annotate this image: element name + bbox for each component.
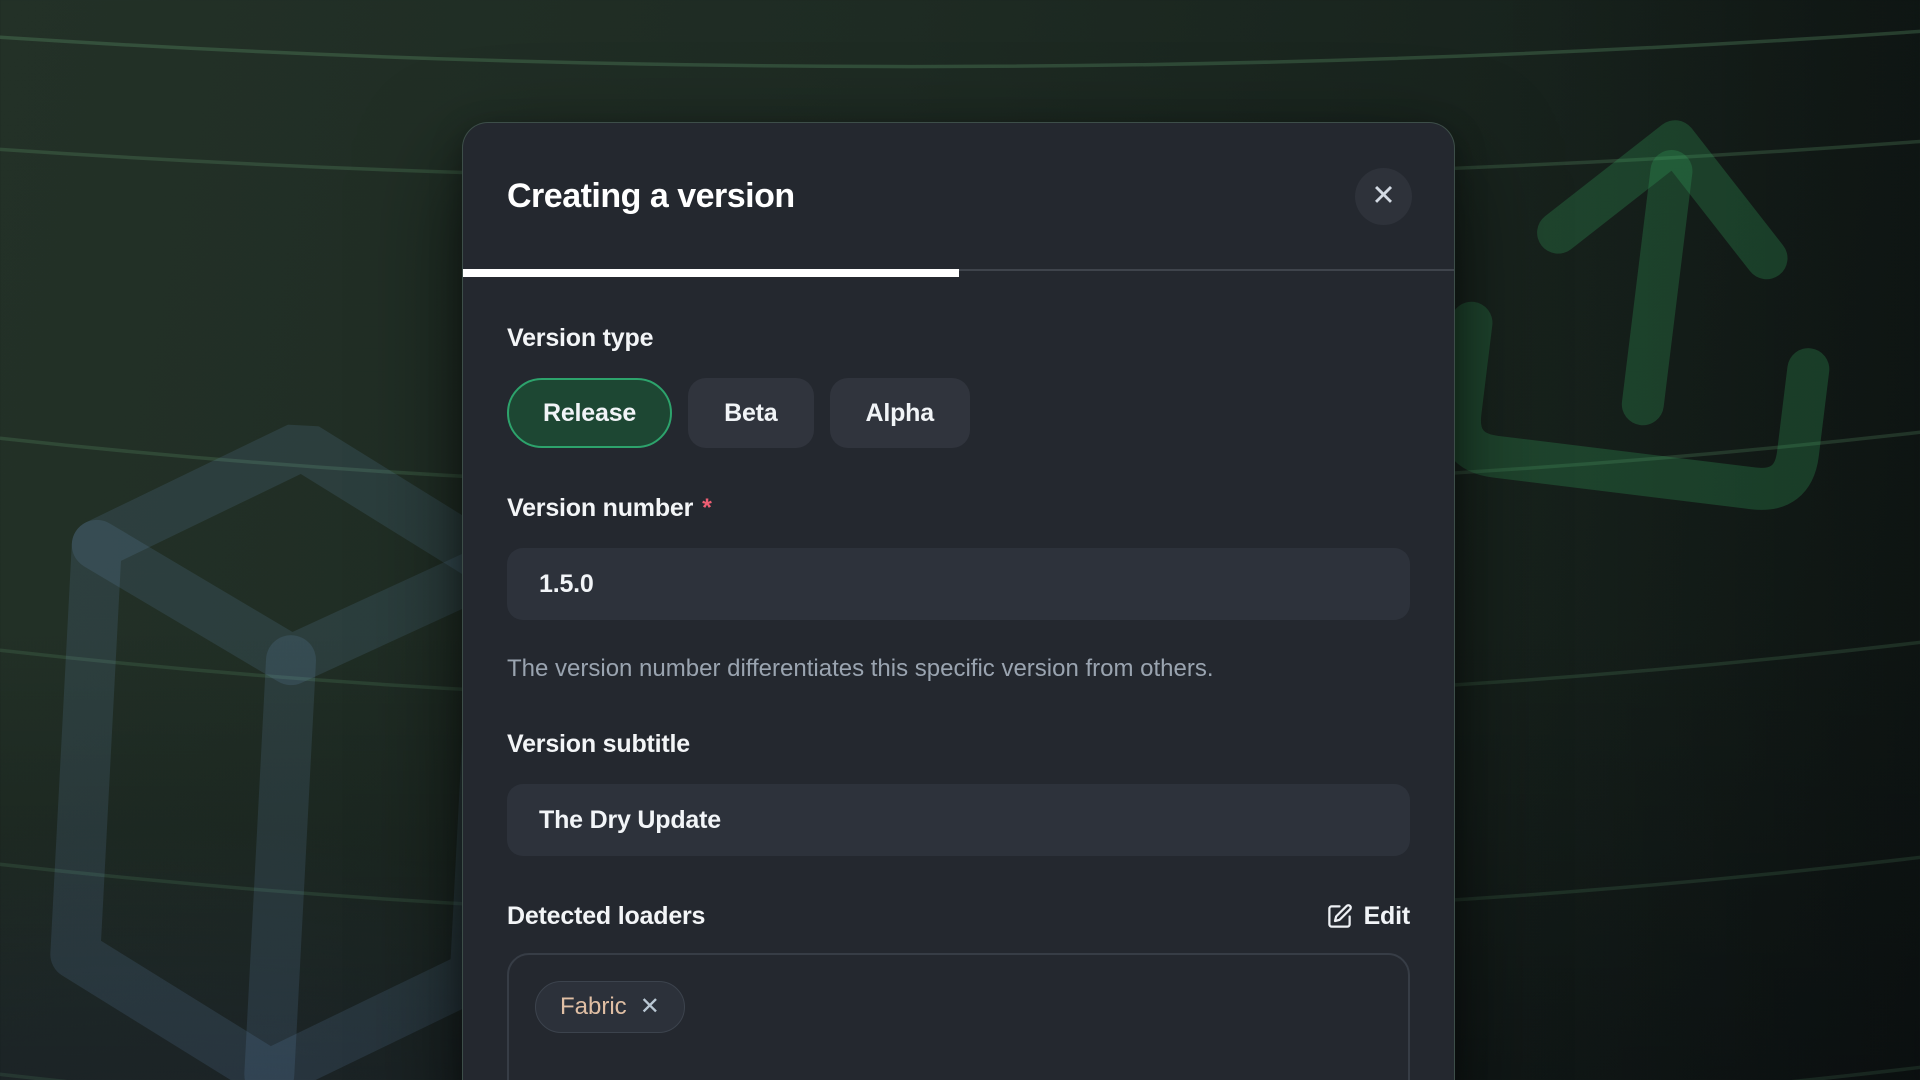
required-asterisk: * (702, 493, 712, 523)
modal-body: Version type Release Beta Alpha Version … (463, 277, 1454, 1080)
version-number-help: The version number differentiates this s… (507, 646, 1227, 691)
progress-bar-fill (463, 269, 959, 277)
loader-chip-fabric: Fabric ✕ (535, 981, 685, 1033)
detected-loaders-box: Fabric ✕ (507, 953, 1410, 1080)
version-type-release-button[interactable]: Release (507, 378, 672, 448)
remove-loader-button[interactable]: ✕ (640, 995, 660, 1019)
version-subtitle-input[interactable] (507, 784, 1410, 856)
remove-icon: ✕ (640, 995, 660, 1019)
modal-title: Creating a version (507, 177, 795, 216)
version-type-label: Version type (507, 323, 1410, 353)
close-button[interactable]: ✕ (1355, 168, 1412, 225)
edit-button-label: Edit (1364, 902, 1410, 931)
version-number-input[interactable] (507, 548, 1410, 620)
close-icon: ✕ (1371, 182, 1395, 211)
version-subtitle-label: Version subtitle (507, 729, 1410, 759)
loader-chip-label: Fabric (560, 993, 627, 1021)
version-type-options: Release Beta Alpha (507, 378, 1410, 448)
version-type-alpha-button[interactable]: Alpha (830, 378, 970, 448)
edit-loaders-button[interactable]: Edit (1326, 902, 1410, 931)
version-type-beta-button[interactable]: Beta (688, 378, 813, 448)
modal-header: Creating a version ✕ (463, 123, 1454, 269)
package-cube-icon (37, 413, 533, 1080)
version-number-label: Version number * (507, 493, 1410, 523)
detected-loaders-label: Detected loaders (507, 901, 705, 931)
edit-icon (1326, 903, 1353, 930)
upload-arrow-icon (1419, 51, 1892, 559)
create-version-modal: Creating a version ✕ Version type Releas… (462, 122, 1455, 1080)
progress-bar (463, 269, 1454, 277)
